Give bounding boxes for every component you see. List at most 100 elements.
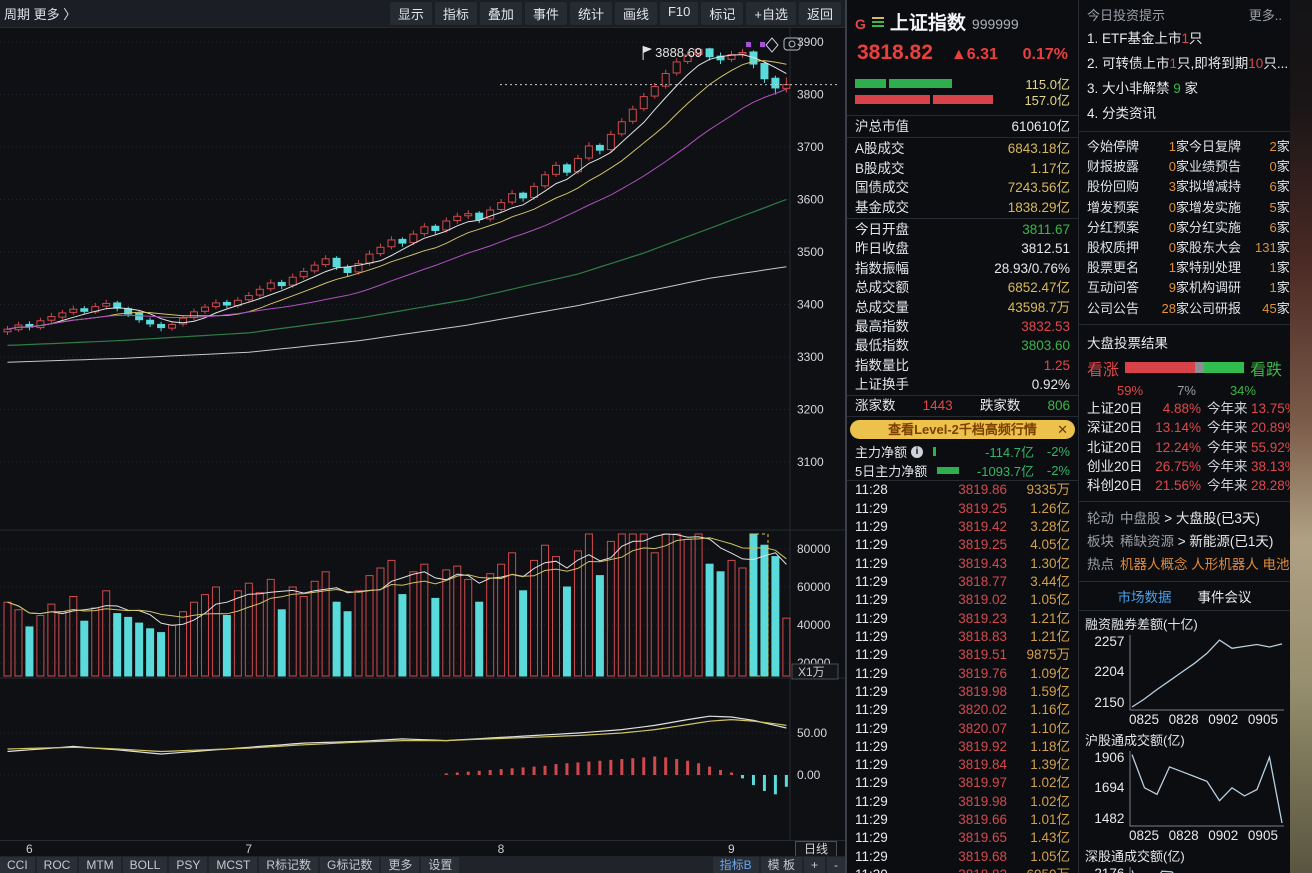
tip-item[interactable]: 1. ETF基金上市1只 xyxy=(1087,26,1282,51)
mini-chart-plot xyxy=(1128,634,1284,712)
tip-item[interactable]: 3. 大小非解禁 9 家 xyxy=(1087,76,1282,101)
tick-time: 11:29 xyxy=(855,756,907,774)
tip-text: 4. 分类资讯 xyxy=(1087,106,1156,121)
event-label[interactable]: 公司研报 xyxy=(1189,299,1255,319)
stats-group: A股成交6843.18亿B股成交1.17亿国债成交7243.56亿基金成交183… xyxy=(847,137,1078,218)
rotation-row[interactable]: 板块稀缺资源 > 新能源(已1天) xyxy=(1087,530,1282,553)
tip-text: 10 xyxy=(1248,56,1263,71)
index-row: 创业20日26.75%今年来38.13% xyxy=(1087,457,1282,476)
event-label[interactable]: 拟增减持 xyxy=(1189,177,1255,197)
event-label[interactable]: 业绩预告 xyxy=(1189,157,1255,177)
indicator-tab[interactable]: + xyxy=(804,857,825,873)
toolbar-item[interactable]: 显示 xyxy=(390,2,432,25)
tick-row: 11:293819.423.28亿 xyxy=(847,518,1078,536)
toolbar-item[interactable]: +自选 xyxy=(746,2,796,25)
event-label[interactable]: 公司公告 xyxy=(1087,299,1147,319)
event-label[interactable]: 分红实施 xyxy=(1189,218,1255,238)
event-label[interactable]: 互动问答 xyxy=(1087,278,1147,298)
toolbar-item[interactable]: F10 xyxy=(660,2,698,25)
sell-amount: 157.0亿 xyxy=(1012,90,1070,109)
indicator-tab[interactable]: - xyxy=(827,857,845,873)
app-window: 周期 更多 〉 显示指标叠加事件统计画线F10标记+自选返回 390038003… xyxy=(0,0,1312,873)
index-name[interactable]: 上证指数 xyxy=(890,8,966,35)
level2-banner[interactable]: 查看Level-2千档高频行情 ✕ xyxy=(850,420,1075,439)
indicator-tab[interactable]: ROC xyxy=(37,857,78,873)
toolbar-item[interactable]: 统计 xyxy=(570,2,612,25)
close-icon[interactable]: ✕ xyxy=(1057,420,1068,439)
volume-bar xyxy=(706,564,713,676)
event-num: 0 xyxy=(1169,200,1176,215)
event-label[interactable]: 今始停牌 xyxy=(1087,137,1147,157)
indicator-tab[interactable]: BOLL xyxy=(123,857,168,873)
period-label[interactable]: 日线 xyxy=(795,841,837,857)
volume-bar xyxy=(70,597,77,677)
event-label[interactable]: 今日复牌 xyxy=(1189,137,1255,157)
volume-bar xyxy=(476,602,483,676)
stat-row: A股成交6843.18亿 xyxy=(847,139,1078,158)
tips-more-link[interactable]: 更多.. xyxy=(1249,5,1282,24)
event-label[interactable]: 财报披露 xyxy=(1087,157,1147,177)
stat-label: 指数量比 xyxy=(855,356,909,375)
rotation-row[interactable]: 轮动中盘股 > 大盘股(已3天) xyxy=(1087,507,1282,530)
candlestick-chart[interactable]: 3900380037003600350034003300320031008000… xyxy=(0,28,845,840)
rotation-row[interactable]: 热点机器人概念 人形机器人 电池 xyxy=(1087,553,1282,576)
event-label[interactable]: 分红预案 xyxy=(1087,218,1147,238)
volume-bar xyxy=(212,587,219,676)
volume-bar xyxy=(300,597,307,677)
tip-item[interactable]: 4. 分类资讯 xyxy=(1087,101,1282,126)
osc-hist-bar xyxy=(511,768,514,775)
toolbar-item[interactable]: 返回 xyxy=(799,2,841,25)
stats-group: 沪总市值610610亿 xyxy=(847,115,1078,137)
event-label[interactable]: 机构调研 xyxy=(1189,278,1255,298)
axis-tick: 1906 xyxy=(1094,750,1124,765)
index-name: 创业20日 xyxy=(1087,457,1149,476)
period-menu[interactable]: 周期 更多 〉 xyxy=(0,4,76,23)
tip-item[interactable]: 2. 可转债上市1只,即将到期10只... xyxy=(1087,51,1282,76)
info-icon[interactable]: i xyxy=(911,446,923,458)
event-label[interactable]: 股份回购 xyxy=(1087,177,1147,197)
event-count: 0家 xyxy=(1147,157,1189,177)
indicator-tab[interactable]: 指标B xyxy=(713,857,759,873)
toolbar-item[interactable]: 叠加 xyxy=(480,2,522,25)
toolbar-item[interactable]: 标记 xyxy=(701,2,743,25)
indicator-tab[interactable]: MCST xyxy=(209,857,257,873)
toolbar-item[interactable]: 事件 xyxy=(525,2,567,25)
tab-market-data[interactable]: 市场数据 xyxy=(1118,586,1172,606)
event-label[interactable]: 股东大会 xyxy=(1189,238,1255,258)
candle-body xyxy=(531,186,538,197)
indicator-tab[interactable]: CCI xyxy=(0,857,35,873)
index-code: 999999 xyxy=(972,16,1019,32)
advancers-label: 涨家数 xyxy=(855,396,896,416)
diamond-icon xyxy=(766,38,778,52)
indicator-tab[interactable]: 更多 xyxy=(381,857,419,873)
mini-chart-body: 190616941482 xyxy=(1085,750,1284,828)
event-label[interactable]: 股权质押 xyxy=(1087,238,1147,258)
indicator-tab[interactable]: R标记数 xyxy=(259,857,318,873)
event-label[interactable]: 增发实施 xyxy=(1189,198,1255,218)
volume-bar xyxy=(48,604,55,676)
stat-value: 3832.53 xyxy=(1021,317,1070,336)
vote-mid-pct: 7% xyxy=(1177,383,1196,398)
indicator-tab[interactable]: G标记数 xyxy=(320,857,379,873)
indicator-tab[interactable]: MTM xyxy=(79,857,120,873)
stat-label: 总成交量 xyxy=(855,298,909,317)
time-sales-list[interactable]: 11:283819.869335万11:293819.251.26亿11:293… xyxy=(847,480,1078,873)
volume-bar xyxy=(662,534,669,676)
hamburger-icon[interactable] xyxy=(872,15,884,29)
tick-amount: 1.21亿 xyxy=(1007,628,1070,646)
candle-body xyxy=(322,259,329,265)
index-row: 深证20日13.14%今年来20.89% xyxy=(1087,418,1282,437)
volume-bar xyxy=(190,602,197,676)
toolbar-item[interactable]: 指标 xyxy=(435,2,477,25)
candle-body xyxy=(366,254,373,263)
rotation-text: > xyxy=(1174,534,1189,549)
indicator-tab[interactable]: PSY xyxy=(169,857,207,873)
index-row: 科创20日21.56%今年来28.28% xyxy=(1087,476,1282,495)
tab-event-meetings[interactable]: 事件会议 xyxy=(1198,586,1252,606)
indicator-tab[interactable]: 设置 xyxy=(421,857,459,873)
event-label[interactable]: 增发预案 xyxy=(1087,198,1147,218)
event-label[interactable]: 股票更名 xyxy=(1087,258,1147,278)
indicator-tab[interactable]: 模 板 xyxy=(761,857,802,873)
toolbar-item[interactable]: 画线 xyxy=(615,2,657,25)
event-label[interactable]: 特别处理 xyxy=(1189,258,1255,278)
